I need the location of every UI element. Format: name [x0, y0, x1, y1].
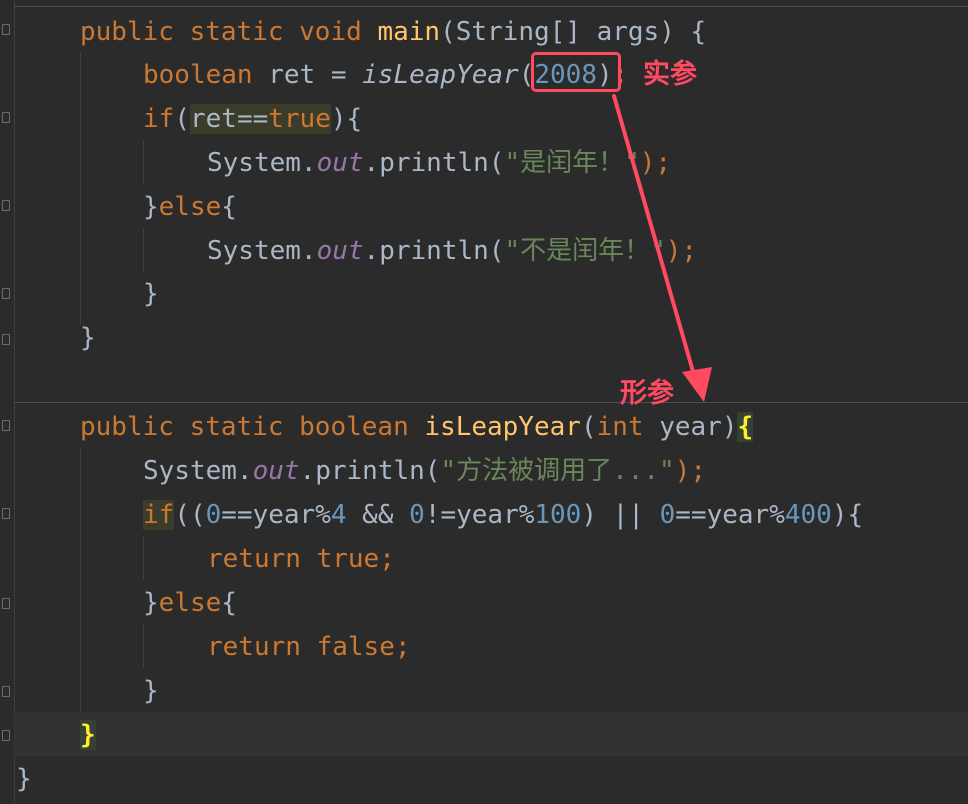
arrow-icon — [612, 94, 712, 402]
